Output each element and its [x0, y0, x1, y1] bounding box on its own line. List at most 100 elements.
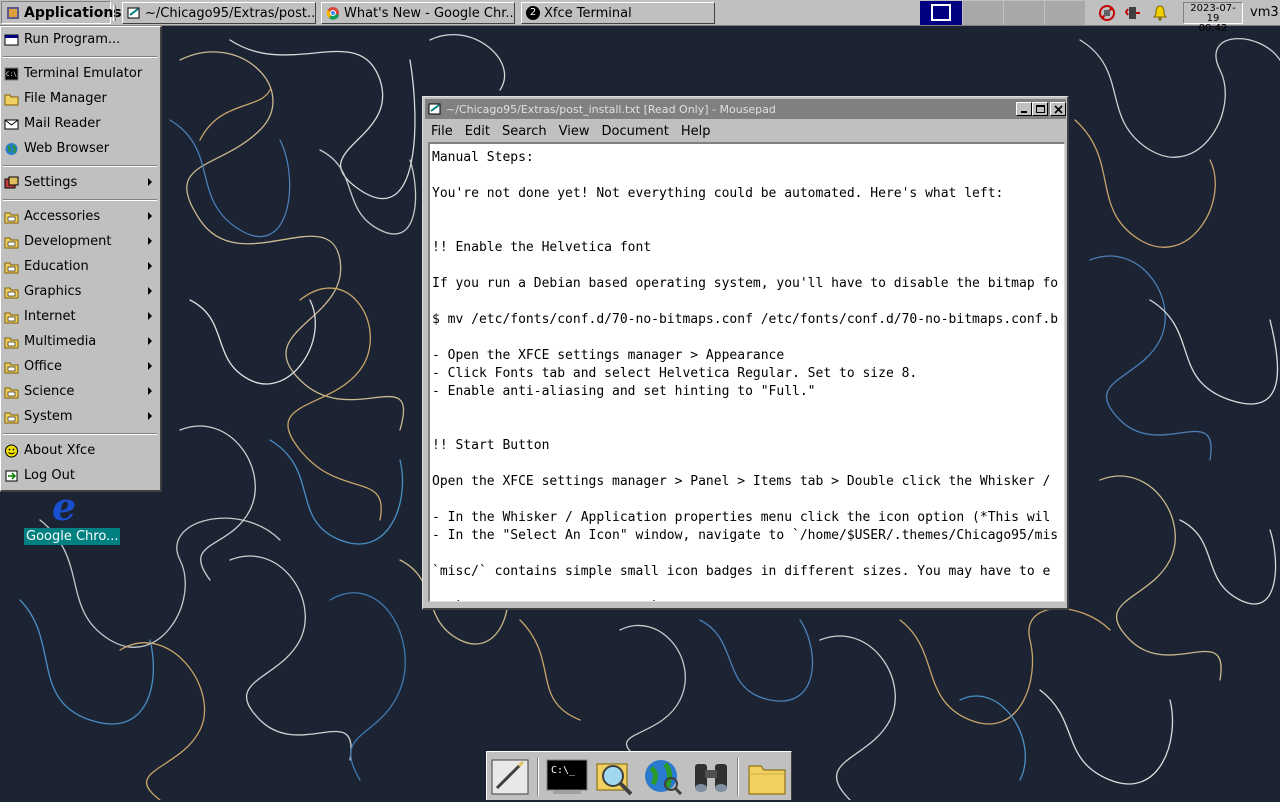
menu-item-about-xfce[interactable]: About Xfce — [1, 439, 159, 463]
menu-item-system[interactable]: System — [1, 405, 159, 429]
menu-item-development[interactable]: Development — [1, 230, 159, 254]
terminal-icon: C:\ — [4, 67, 19, 81]
menu-item-label: Science — [24, 384, 75, 399]
menu-document[interactable]: Document — [595, 124, 674, 139]
menu-item-label: File Manager — [24, 91, 107, 106]
menu-item-settings[interactable]: Settings — [1, 171, 159, 195]
menu-view[interactable]: View — [553, 124, 596, 139]
submenu-arrow-icon — [148, 387, 152, 395]
menu-item-label: Run Program... — [24, 32, 121, 47]
chrome-icon — [326, 7, 339, 20]
maximize-button[interactable] — [1032, 102, 1048, 116]
folder-icon — [4, 262, 19, 274]
dock-separator — [537, 758, 539, 796]
menu-item-label: Terminal Emulator — [24, 66, 143, 81]
dock-web-browser[interactable] — [641, 756, 685, 798]
dock-text-editor[interactable] — [489, 756, 533, 798]
text-editor-icon — [428, 103, 441, 115]
submenu-arrow-icon — [148, 337, 152, 345]
settings-icon — [4, 176, 19, 189]
menu-separator — [3, 199, 157, 201]
dock-separator — [737, 758, 739, 796]
menu-item-run-program[interactable]: Run Program... — [1, 28, 159, 52]
task-mousepad[interactable]: ~/Chicago95/Extras/post... — [122, 2, 316, 24]
xfce-logo-icon — [7, 6, 19, 19]
maximize-icon — [1036, 105, 1045, 113]
menu-separator — [3, 165, 157, 167]
web-browser-icon — [645, 760, 683, 796]
minimize-button[interactable] — [1016, 102, 1032, 116]
menu-item-file-manager[interactable]: File Manager — [1, 87, 159, 111]
workspace-3[interactable] — [1004, 1, 1044, 25]
folder-icon — [4, 212, 19, 224]
dock-find[interactable] — [689, 756, 733, 798]
menu-item-label: Accessories — [24, 209, 101, 224]
menu-item-accessories[interactable]: Accessories — [1, 205, 159, 229]
menu-item-terminal-emulator[interactable]: C:\ Terminal Emulator — [1, 62, 159, 86]
folder-icon — [4, 362, 19, 374]
applications-menu-button[interactable]: Applications — [1, 1, 122, 24]
menu-search[interactable]: Search — [496, 124, 553, 139]
text-editor-icon — [127, 7, 140, 19]
window-title: ~/Chicago95/Extras/post_install.txt [Rea… — [446, 102, 776, 116]
workspace-2[interactable] — [963, 1, 1003, 25]
menu-item-label: System — [24, 409, 73, 424]
menu-item-label: Settings — [24, 175, 78, 190]
run-icon — [4, 34, 19, 46]
dock-file-manager[interactable] — [745, 756, 789, 798]
menu-item-log-out[interactable]: Log Out — [1, 464, 159, 488]
menu-item-label: Development — [24, 234, 112, 249]
menu-item-web-browser[interactable]: Web Browser — [1, 137, 159, 161]
menu-item-mail-reader[interactable]: Mail Reader — [1, 112, 159, 136]
clock-date: 2023-07-19 — [1190, 3, 1236, 24]
window-titlebar[interactable]: ~/Chicago95/Extras/post_install.txt [Rea… — [425, 99, 1066, 119]
task-chrome[interactable]: What's New - Google Chr... — [321, 2, 515, 24]
user-label[interactable]: vm3 — [1250, 5, 1279, 20]
menu-item-label: Multimedia — [24, 334, 97, 349]
menu-item-education[interactable]: Education — [1, 255, 159, 279]
task-terminal[interactable]: 2 Xfce Terminal — [521, 2, 715, 24]
network-disconnected-icon[interactable] — [1098, 4, 1116, 22]
folder-icon — [4, 237, 19, 249]
smiley-icon — [5, 444, 18, 458]
task-label: What's New - Google Chr... — [344, 5, 515, 21]
menu-help[interactable]: Help — [675, 124, 717, 139]
close-icon — [1054, 105, 1063, 114]
folder-icon — [4, 387, 19, 399]
file-manager-icon — [4, 94, 19, 106]
workspace-1[interactable] — [920, 1, 962, 25]
applications-menu: Run Program... C:\ Terminal Emulator Fil… — [0, 26, 162, 492]
window-menubar: File Edit Search View Document Help — [425, 120, 716, 142]
menu-edit[interactable]: Edit — [459, 124, 496, 139]
menu-item-multimedia[interactable]: Multimedia — [1, 330, 159, 354]
submenu-arrow-icon — [148, 312, 152, 320]
folder-icon — [4, 312, 19, 324]
svg-text:C:\_: C:\_ — [551, 765, 576, 776]
binoculars-icon — [695, 764, 727, 792]
power-manager-icon[interactable] — [1124, 4, 1142, 22]
text-editor-area[interactable]: Manual Steps: You're not done yet! Not e… — [428, 142, 1065, 602]
document-text: Manual Steps: You're not done yet! Not e… — [432, 150, 1059, 601]
workspace-window-preview — [931, 4, 951, 21]
menu-item-graphics[interactable]: Graphics — [1, 280, 159, 304]
submenu-arrow-icon — [148, 362, 152, 370]
dock-search[interactable] — [593, 756, 637, 798]
dock-terminal[interactable]: C:\_ — [545, 756, 589, 798]
close-button[interactable] — [1050, 102, 1066, 116]
mail-icon — [4, 119, 19, 130]
clock[interactable]: 2023-07-19 00:42 — [1183, 2, 1243, 34]
submenu-arrow-icon — [148, 212, 152, 220]
menu-item-science[interactable]: Science — [1, 380, 159, 404]
submenu-arrow-icon — [148, 412, 152, 420]
folder-icon — [4, 287, 19, 299]
menu-item-label: Log Out — [24, 468, 75, 483]
menu-item-office[interactable]: Office — [1, 355, 159, 379]
menu-file[interactable]: File — [425, 124, 459, 139]
workspace-4[interactable] — [1045, 1, 1085, 25]
menu-item-internet[interactable]: Internet — [1, 305, 159, 329]
search-icon — [596, 763, 633, 796]
notification-bell-icon[interactable] — [1151, 4, 1169, 22]
task-label: Xfce Terminal — [544, 5, 632, 21]
menu-item-label: About Xfce — [24, 443, 96, 458]
terminal-icon: C:\_ — [546, 759, 588, 794]
